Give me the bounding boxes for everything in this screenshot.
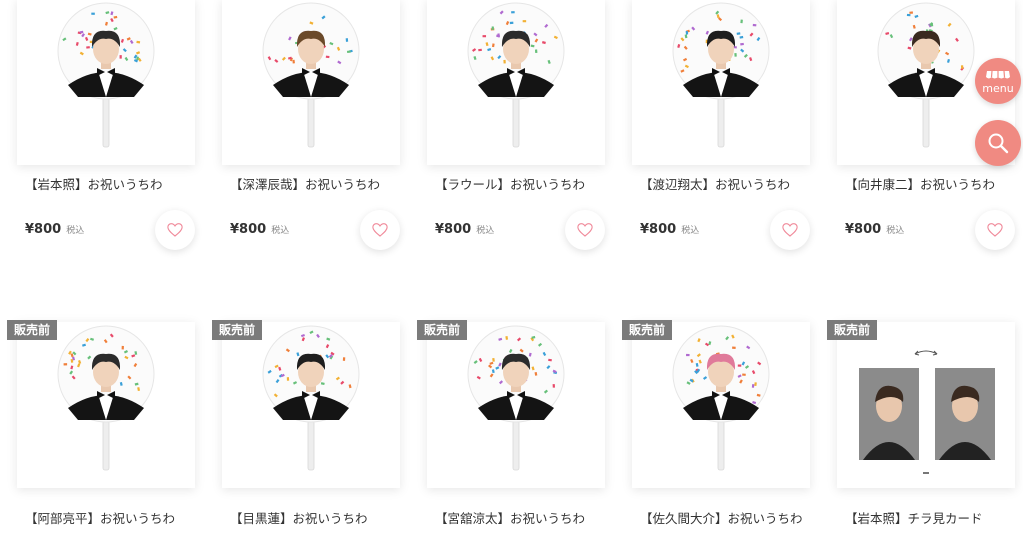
product-name[interactable]: 【宮舘涼太】お祝いうちわ	[435, 509, 605, 528]
product-name[interactable]: 【深澤辰哉】お祝いうちわ	[230, 175, 400, 194]
product-image[interactable]	[837, 322, 1015, 488]
search-button[interactable]	[975, 120, 1021, 166]
product-name[interactable]: 【佐久間大介】お祝いうちわ	[640, 509, 810, 528]
uchiwa-fan-image	[672, 325, 770, 471]
uchiwa-fan-image	[262, 2, 360, 148]
price-value: ¥800	[640, 222, 677, 237]
menu-label: menu	[982, 81, 1014, 95]
status-badge: 販売前	[827, 320, 878, 340]
status-badge: 販売前	[212, 320, 263, 340]
product-image[interactable]	[632, 0, 810, 165]
status-badge: 販売前	[622, 320, 673, 340]
heart-icon	[782, 223, 798, 237]
product-image[interactable]	[222, 322, 400, 488]
heart-icon	[372, 223, 388, 237]
heart-icon	[577, 223, 593, 237]
status-badge: 販売前	[7, 320, 58, 340]
favorite-button[interactable]	[975, 210, 1015, 250]
product-image[interactable]	[17, 322, 195, 488]
price-value: ¥800	[435, 222, 472, 237]
menu-button[interactable]: menu	[975, 58, 1021, 104]
price-value: ¥800	[230, 222, 267, 237]
photo-card-image	[859, 350, 995, 474]
uchiwa-fan-image	[262, 325, 360, 471]
favorite-button[interactable]	[360, 210, 400, 250]
product-image[interactable]	[427, 322, 605, 488]
favorite-button[interactable]	[155, 210, 195, 250]
product-name[interactable]: 【ラウール】お祝いうちわ	[435, 175, 605, 194]
tax-label: 税込	[271, 226, 290, 236]
product-image[interactable]	[17, 0, 195, 165]
product-price: ¥800 税込	[640, 222, 699, 237]
price-value: ¥800	[25, 222, 62, 237]
favorite-button[interactable]	[770, 210, 810, 250]
product-grid: 【岩本照】お祝いうちわ ¥800 税込 【深澤辰哉】お祝いうちわ ¥800 税込 【ラウール…	[0, 0, 1023, 550]
tax-label: 税込	[476, 226, 495, 236]
product-name[interactable]: 【岩本照】チラ見カード	[845, 509, 1015, 528]
search-icon	[988, 133, 1009, 154]
product-name[interactable]: 【渡辺翔太】お祝いうちわ	[640, 175, 810, 194]
uchiwa-fan-image	[467, 2, 565, 148]
product-name[interactable]: 【目黒蓮】お祝いうちわ	[230, 509, 400, 528]
uchiwa-fan-image	[467, 325, 565, 471]
tax-label: 税込	[66, 226, 85, 236]
product-image[interactable]	[222, 0, 400, 165]
status-badge: 販売前	[417, 320, 468, 340]
uchiwa-fan-image	[672, 2, 770, 148]
uchiwa-fan-image	[57, 2, 155, 148]
product-name[interactable]: 【岩本照】お祝いうちわ	[25, 175, 195, 194]
tax-label: 税込	[886, 226, 905, 236]
shop-awning-icon	[986, 70, 1010, 78]
product-price: ¥800 税込	[845, 222, 904, 237]
product-price: ¥800 税込	[25, 222, 84, 237]
heart-icon	[167, 223, 183, 237]
price-value: ¥800	[845, 222, 882, 237]
uchiwa-fan-image	[57, 325, 155, 471]
product-image[interactable]	[632, 322, 810, 488]
heart-icon	[987, 223, 1003, 237]
product-name[interactable]: 【向井康二】お祝いうちわ	[845, 175, 1015, 194]
product-image[interactable]	[427, 0, 605, 165]
product-price: ¥800 税込	[435, 222, 494, 237]
product-name[interactable]: 【阿部亮平】お祝いうちわ	[25, 509, 195, 528]
favorite-button[interactable]	[565, 210, 605, 250]
product-price: ¥800 税込	[230, 222, 289, 237]
tax-label: 税込	[681, 226, 700, 236]
